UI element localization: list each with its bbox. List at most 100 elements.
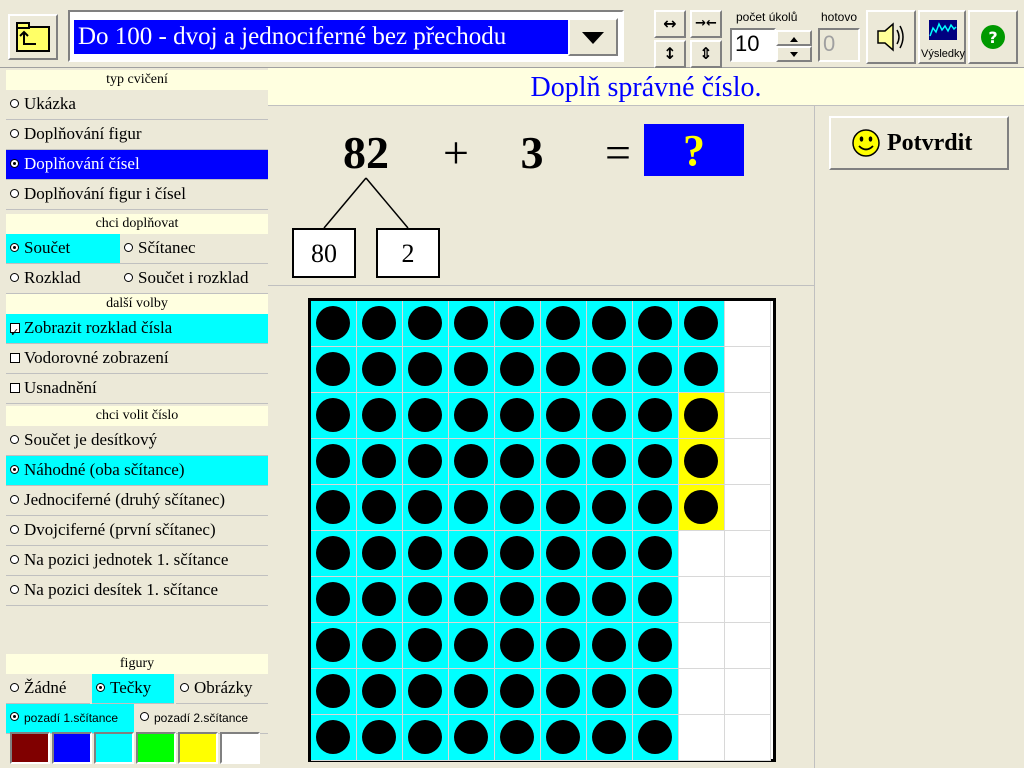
background-first-addend[interactable]: pozadí 1.sčítance xyxy=(6,704,134,734)
counter-dot xyxy=(408,398,442,432)
checkbox-icon xyxy=(10,383,20,393)
option-easier[interactable]: Usnadnění xyxy=(6,374,268,404)
triangle-up-icon xyxy=(790,37,798,42)
grid-cell xyxy=(495,577,541,623)
answer-field[interactable]: ? xyxy=(644,124,744,176)
grid-cell xyxy=(725,301,771,347)
shrink-vertical-button[interactable]: ⇕ xyxy=(690,40,722,68)
tasks-count-input[interactable]: 10 xyxy=(730,28,776,62)
expand-vertical-button[interactable]: ↕ xyxy=(654,40,686,68)
grid-cell xyxy=(541,623,587,669)
grid-cell xyxy=(495,531,541,577)
option-horizontal-view[interactable]: Vodorovné zobrazení xyxy=(6,344,268,374)
exercise-type-fill-both[interactable]: Doplňování figur i čísel xyxy=(6,180,268,210)
figures-pictures[interactable]: Obrázky xyxy=(176,674,268,704)
choose-two-digit[interactable]: Dvojciferné (první sčítanec) xyxy=(6,516,268,546)
exercise-type-fill-figures[interactable]: Doplňování figur xyxy=(6,120,268,150)
counter-dot xyxy=(316,536,350,570)
color-swatch-green[interactable] xyxy=(136,732,176,764)
chevron-down-icon[interactable] xyxy=(568,18,618,56)
decomposition-units: 2 xyxy=(376,228,440,278)
grid-cell xyxy=(357,577,403,623)
counter-dot xyxy=(592,444,626,478)
radio-selected-icon xyxy=(10,243,19,252)
exercise-type-demo[interactable]: Ukázka xyxy=(6,90,268,120)
figures-none[interactable]: Žádné xyxy=(6,674,90,704)
color-swatch-yellow[interactable] xyxy=(178,732,218,764)
counter-dot xyxy=(500,398,534,432)
tasks-increment-button[interactable] xyxy=(776,30,812,46)
exercise-select[interactable]: Do 100 - dvoj a jednociferné bez přechod… xyxy=(68,10,624,62)
radio-icon xyxy=(180,683,189,692)
grid-cell xyxy=(403,623,449,669)
radio-icon xyxy=(10,99,19,108)
fill-in-sum[interactable]: Součet xyxy=(6,234,120,264)
choose-random[interactable]: Náhodné (oba sčítance) xyxy=(6,456,268,486)
grid-cell xyxy=(495,393,541,439)
choose-units-position[interactable]: Na pozici jednotek 1. sčítance xyxy=(6,546,268,576)
counter-dot xyxy=(546,306,580,340)
counter-dot xyxy=(316,352,350,386)
help-button[interactable]: ? xyxy=(968,10,1018,64)
grid-cell xyxy=(357,623,403,669)
grid-cell xyxy=(495,485,541,531)
grid-cell xyxy=(679,531,725,577)
counter-dot xyxy=(362,628,396,662)
plus-sign: + xyxy=(443,127,469,178)
fill-in-addend[interactable]: Sčítanec xyxy=(120,234,268,264)
shrink-horizontal-button[interactable]: →← xyxy=(690,10,722,38)
toolbar: Do 100 - dvoj a jednociferné bez přechod… xyxy=(0,0,1024,68)
counter-dot xyxy=(362,352,396,386)
counter-dot xyxy=(408,582,442,616)
smiley-icon xyxy=(852,129,880,157)
grid-cell xyxy=(725,439,771,485)
color-swatch-maroon[interactable] xyxy=(10,732,50,764)
open-folder-button[interactable] xyxy=(8,14,58,60)
fill-in-sum-and-decomposition[interactable]: Součet i rozklad xyxy=(120,264,268,294)
color-swatch-cyan[interactable] xyxy=(94,732,134,764)
speaker-icon xyxy=(877,22,904,52)
grid-cell xyxy=(311,347,357,393)
grid-cell xyxy=(403,347,449,393)
confirm-button[interactable]: Potvrdit xyxy=(829,116,1009,170)
grid-cell xyxy=(495,347,541,393)
sound-button[interactable] xyxy=(866,10,916,64)
option-show-decomposition[interactable]: Zobrazit rozklad čísla xyxy=(6,314,268,347)
grid-cell xyxy=(541,485,587,531)
choose-sum-tens[interactable]: Součet je desítkový xyxy=(6,426,268,456)
counter-dot xyxy=(362,720,396,754)
tasks-decrement-button[interactable] xyxy=(776,46,812,62)
counter-dot xyxy=(500,628,534,662)
counter-dot xyxy=(638,582,672,616)
radio-icon xyxy=(10,495,19,504)
grid-cell xyxy=(633,669,679,715)
expand-horizontal-button[interactable]: ↔ xyxy=(654,10,686,38)
grid-cell xyxy=(633,531,679,577)
counter-dot xyxy=(454,444,488,478)
grid-cell xyxy=(587,485,633,531)
counter-dot xyxy=(316,674,350,708)
results-button[interactable]: Výsledky xyxy=(918,10,966,64)
triangle-down-icon xyxy=(790,52,798,57)
choose-tens-position[interactable]: Na pozici desítek 1. sčítance xyxy=(6,576,268,606)
background-second-addend[interactable]: pozadí 2.sčítance xyxy=(136,704,268,734)
grid-cell xyxy=(495,301,541,347)
figures-dots[interactable]: Tečky xyxy=(92,674,174,704)
grid-cell xyxy=(311,531,357,577)
color-swatch-blue[interactable] xyxy=(52,732,92,764)
counter-dot xyxy=(408,536,442,570)
more-options-header: další volby xyxy=(6,294,268,314)
tasks-count-label: počet úkolů xyxy=(736,10,798,24)
grid-cell xyxy=(311,439,357,485)
exercise-type-fill-numbers[interactable]: Doplňování čísel xyxy=(6,150,268,180)
radio-selected-icon xyxy=(10,465,19,474)
grid-cell xyxy=(449,531,495,577)
grid-cell xyxy=(311,669,357,715)
color-swatch-white[interactable] xyxy=(220,732,260,764)
counter-dot xyxy=(362,490,396,524)
counter-dot xyxy=(592,720,626,754)
fill-in-decomposition[interactable]: Rozklad xyxy=(6,264,120,294)
grid-cell xyxy=(403,393,449,439)
choose-single-digit[interactable]: Jednociferné (druhý sčítanec) xyxy=(6,486,268,516)
radio-selected-icon xyxy=(10,159,19,168)
